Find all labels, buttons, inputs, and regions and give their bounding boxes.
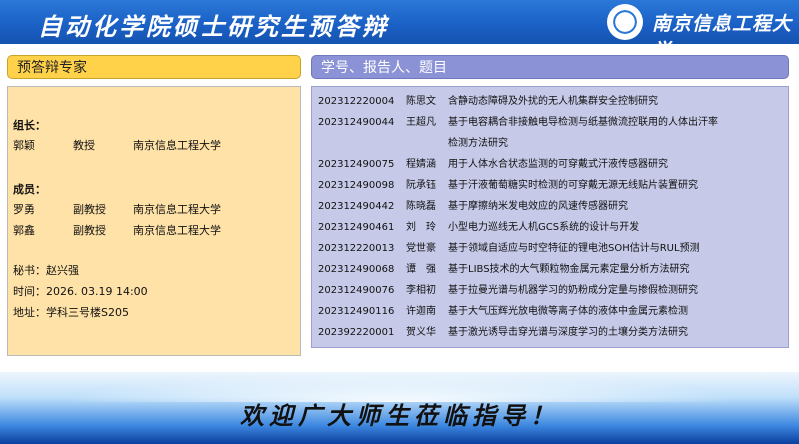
thesis-topic: 基于电容耦合非接触电导检测与纸基微流控联用的人体出汗率 bbox=[448, 117, 718, 128]
student-name: 李相初 bbox=[406, 285, 436, 296]
students-panel: 202312220004 陈思文 含静动态障碍及外扰的无人机集群安全控制研究 202… bbox=[311, 86, 789, 348]
thesis-topic: 基于汗液葡萄糖实时检测的可穿戴无源无线贴片装置研究 bbox=[448, 180, 698, 191]
list-item: 202312490098 阮承钰 基于汗液葡萄糖实时检测的可穿戴无源无线贴片装置研究 bbox=[318, 179, 698, 192]
student-id: 202312490068 bbox=[318, 264, 395, 275]
list-item: 202392220001 贺义华 基于激光诱导击穿光谱与深度学习的土壤分类方法研究 bbox=[318, 326, 688, 339]
student-id: 202312490098 bbox=[318, 180, 395, 191]
list-item-continued: 检测方法研究 bbox=[318, 137, 508, 150]
title-banner: 自动化学院硕士研究生预答辩 南京信息工程大学 bbox=[0, 0, 799, 62]
thesis-topic: 基于领域自适应与时空特征的锂电池SOH估计与RUL预测 bbox=[448, 243, 700, 254]
student-name: 党世豪 bbox=[406, 243, 436, 254]
thesis-topic: 基于拉曼光谱与机器学习的奶粉成分定量与掺假检测研究 bbox=[448, 285, 698, 296]
members-label: 成员： bbox=[13, 183, 46, 196]
student-name: 阮承钰 bbox=[406, 180, 436, 191]
secretary: 秘书：赵兴强 bbox=[13, 264, 79, 277]
leader-title: 教授 bbox=[73, 139, 95, 152]
footer-banner: 欢迎广大师生莅临指导！ bbox=[0, 372, 799, 444]
experts-heading: 预答辩专家 bbox=[7, 55, 301, 79]
member-org: 南京信息工程大学 bbox=[133, 203, 221, 216]
list-item: 202312220004 陈思文 含静动态障碍及外扰的无人机集群安全控制研究 bbox=[318, 95, 658, 108]
student-name: 陈晓磊 bbox=[406, 201, 436, 212]
thesis-topic: 检测方法研究 bbox=[448, 138, 508, 149]
defense-time: 时间：2026. 03.19 14:00 bbox=[13, 285, 148, 298]
leader-name: 郭颖 bbox=[13, 139, 35, 152]
list-item: 202312490075 程婧涵 用于人体水合状态监测的可穿戴式汗液传感器研究 bbox=[318, 158, 668, 171]
student-name: 许迦南 bbox=[406, 306, 436, 317]
member-title: 副教授 bbox=[73, 203, 106, 216]
member-org: 南京信息工程大学 bbox=[133, 224, 221, 237]
member-title: 副教授 bbox=[73, 224, 106, 237]
list-item: 202312490442 陈晓磊 基于摩擦纳米发电效应的风速传感器研究 bbox=[318, 200, 628, 213]
student-id: 202312490442 bbox=[318, 201, 395, 212]
university-logo-icon bbox=[607, 4, 643, 40]
defense-place: 地址：学科三号楼S205 bbox=[13, 306, 129, 319]
student-id: 202312490044 bbox=[318, 117, 395, 128]
student-id: 202312220013 bbox=[318, 243, 395, 254]
leader-org: 南京信息工程大学 bbox=[133, 139, 221, 152]
welcome-text: 欢迎广大师生莅临指导！ bbox=[240, 401, 559, 430]
list-item: 202312490461 刘 玲 小型电力巡线无人机GCS系统的设计与开发 bbox=[318, 221, 639, 234]
list-item: 202312490068 谭 强 基于LIBS技术的大气颗粒物金属元素定量分析方法研… bbox=[318, 263, 690, 276]
thesis-topic: 含静动态障碍及外扰的无人机集群安全控制研究 bbox=[448, 96, 658, 107]
student-name: 陈思文 bbox=[406, 96, 436, 107]
student-name: 刘 玲 bbox=[406, 222, 436, 233]
students-heading: 学号、报告人、题目 bbox=[311, 55, 789, 79]
student-id: 202312490116 bbox=[318, 306, 395, 317]
thesis-topic: 基于LIBS技术的大气颗粒物金属元素定量分析方法研究 bbox=[448, 264, 690, 275]
student-name: 程婧涵 bbox=[406, 159, 436, 170]
leader-label: 组长： bbox=[13, 119, 46, 132]
student-id: 202312490076 bbox=[318, 285, 395, 296]
experts-panel: 组长： 郭颖 教授 南京信息工程大学 成员： 罗勇 副教授 南京信息工程大学 郭… bbox=[7, 86, 301, 356]
list-item: 202312220013 党世豪 基于领域自适应与时空特征的锂电池SOH估计与RUL… bbox=[318, 242, 700, 255]
page-title: 自动化学院硕士研究生预答辩 bbox=[38, 12, 389, 41]
thesis-topic: 小型电力巡线无人机GCS系统的设计与开发 bbox=[448, 222, 640, 233]
student-name: 贺义华 bbox=[406, 327, 436, 338]
student-name: 王超凡 bbox=[406, 117, 436, 128]
thesis-topic: 基于大气压辉光放电微等离子体的液体中金属元素检测 bbox=[448, 306, 688, 317]
member-name: 郭鑫 bbox=[13, 224, 35, 237]
thesis-topic: 用于人体水合状态监测的可穿戴式汗液传感器研究 bbox=[448, 159, 668, 170]
list-item: 202312490076 李相初 基于拉曼光谱与机器学习的奶粉成分定量与掺假检测研究 bbox=[318, 284, 698, 297]
list-item: 202312490044 王超凡 基于电容耦合非接触电导检测与纸基微流控联用的人体出… bbox=[318, 116, 718, 129]
student-id: 202312490075 bbox=[318, 159, 395, 170]
student-id: 202312220004 bbox=[318, 96, 395, 107]
student-id: 202392220001 bbox=[318, 327, 395, 338]
member-name: 罗勇 bbox=[13, 203, 35, 216]
thesis-topic: 基于摩擦纳米发电效应的风速传感器研究 bbox=[448, 201, 628, 212]
student-id: 202312490461 bbox=[318, 222, 395, 233]
student-name: 谭 强 bbox=[406, 264, 436, 275]
thesis-topic: 基于激光诱导击穿光谱与深度学习的土壤分类方法研究 bbox=[448, 327, 688, 338]
list-item: 202312490116 许迦南 基于大气压辉光放电微等离子体的液体中金属元素检测 bbox=[318, 305, 688, 318]
